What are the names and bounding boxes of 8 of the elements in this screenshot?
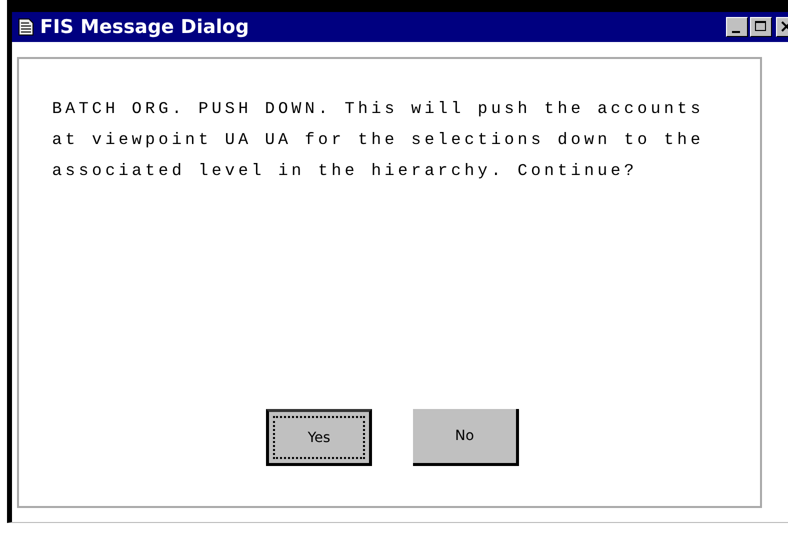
minimize-icon bbox=[732, 31, 740, 33]
maximize-button[interactable] bbox=[750, 17, 772, 37]
window-title: FIS Message Dialog bbox=[40, 16, 250, 38]
dialog-button[interactable]: No bbox=[413, 409, 519, 466]
message-text: BATCH ORG. PUSH DOWN. This will push the accounts at viewpoint UA UA for the selections down to the associated level in the hierarchy. Continue? bbox=[52, 98, 705, 182]
minimize-button[interactable] bbox=[726, 17, 748, 37]
dialog-button[interactable]: Yes bbox=[266, 409, 372, 466]
document-icon bbox=[18, 18, 34, 36]
